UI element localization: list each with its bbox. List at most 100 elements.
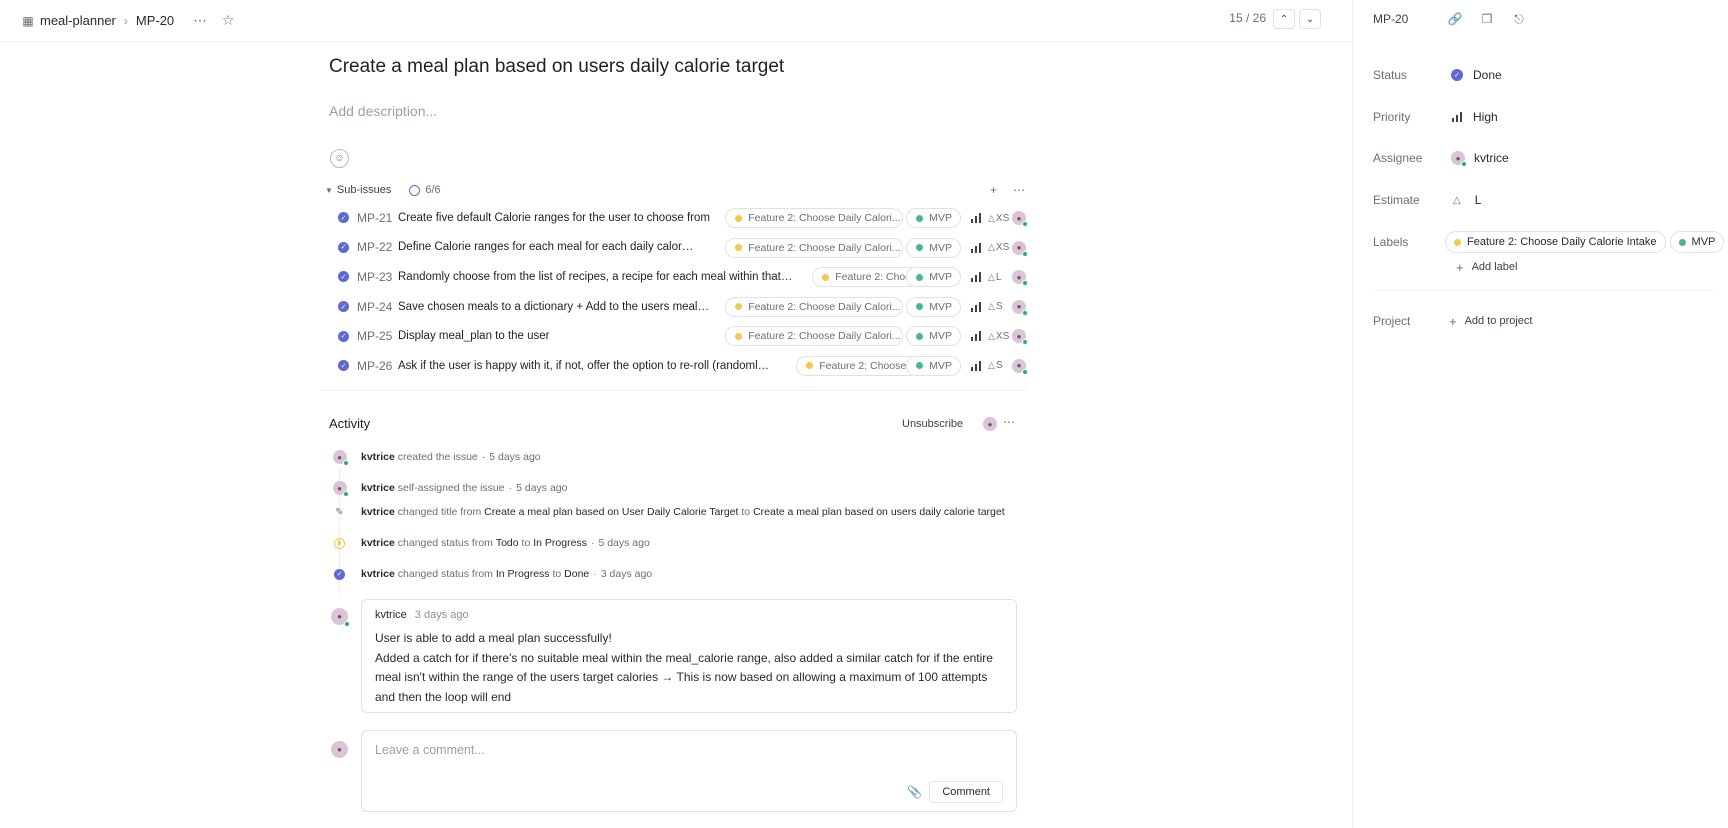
mvp-label-pill[interactable]: MVP xyxy=(906,326,961,347)
priority-select[interactable]: High xyxy=(1449,110,1498,124)
feature-label-pill[interactable]: Feature 2: Choose D xyxy=(796,355,913,376)
estimate-value: XS xyxy=(995,212,1010,224)
avatar[interactable]: ● xyxy=(1012,358,1028,375)
avatar[interactable]: ● xyxy=(1012,299,1028,316)
avatar[interactable]: ● xyxy=(1012,270,1028,287)
mvp-label-pill[interactable]: MVP xyxy=(906,267,961,288)
subissue-row[interactable]: ✓ MP-21 Create five default Calorie rang… xyxy=(320,203,1028,233)
done-status-icon[interactable]: ✓ xyxy=(338,330,349,342)
avatar[interactable]: ● xyxy=(332,450,349,466)
mvp-label-pill[interactable]: MVP xyxy=(906,237,961,258)
subissue-row[interactable]: ✓ MP-25 Display meal_plan to the user Fe… xyxy=(320,321,1028,351)
description-field[interactable]: Add description... xyxy=(329,103,437,119)
subissue-row[interactable]: ✓ MP-23 Randomly choose from the list of… xyxy=(320,262,1028,292)
event-time[interactable]: 3 days ago xyxy=(601,568,652,580)
event-user[interactable]: kvtrice xyxy=(361,537,395,549)
online-indicator xyxy=(1461,161,1467,167)
event-user[interactable]: kvtrice xyxy=(361,568,395,580)
breadcrumb-issue[interactable]: MP-20 xyxy=(136,13,174,28)
subissues-count: 6/6 xyxy=(425,184,441,196)
add-subissue-icon[interactable]: + xyxy=(990,183,997,197)
feature-label-pill[interactable]: Feature 2: Choose Daily Calori... xyxy=(725,237,904,258)
priority-high-icon[interactable] xyxy=(971,213,981,223)
comment-author-avatar[interactable]: ● xyxy=(331,608,350,627)
priority-high-icon[interactable] xyxy=(971,331,981,342)
estimate-value: XS xyxy=(995,330,1010,342)
estimate[interactable]: △ XS xyxy=(988,242,1012,253)
breadcrumb-project[interactable]: meal-planner xyxy=(40,13,116,28)
avatar[interactable]: ● xyxy=(1012,240,1028,257)
unsubscribe-button[interactable]: Unsubscribe xyxy=(902,418,963,430)
event-user[interactable]: kvtrice xyxy=(361,451,395,463)
estimate[interactable]: △ S xyxy=(988,301,1012,312)
add-to-project-button[interactable]: + Add to project xyxy=(1449,314,1532,329)
copy-id-icon[interactable]: ❐ xyxy=(1475,9,1499,29)
comment-line: Added a catch for if there's no suitable… xyxy=(375,650,993,704)
done-status-icon[interactable]: ✓ xyxy=(338,241,349,253)
event-user[interactable]: kvtrice xyxy=(361,482,395,494)
event-time[interactable]: 5 days ago xyxy=(489,451,540,463)
subissues-label[interactable]: Sub-issues xyxy=(337,184,391,196)
estimate[interactable]: △ XS xyxy=(988,213,1012,224)
comment-input[interactable]: Leave a comment... xyxy=(375,743,1003,757)
comment-button[interactable]: Comment xyxy=(929,781,1003,803)
priority-high-icon[interactable] xyxy=(971,272,981,283)
event-time[interactable]: 5 days ago xyxy=(598,537,649,549)
mvp-label-pill[interactable]: MVP xyxy=(906,355,961,376)
collapse-caret-icon[interactable]: ▼ xyxy=(325,186,333,195)
subissues-more-icon[interactable]: ⋯ xyxy=(1013,183,1025,197)
estimate[interactable]: △ XS xyxy=(988,331,1012,342)
estimate-value: XS xyxy=(995,242,1010,254)
done-status-icon[interactable]: ✓ xyxy=(338,271,349,283)
label-pill-feature[interactable]: Feature 2: Choose Daily Calorie Intake xyxy=(1445,231,1666,253)
feature-label-pill[interactable]: Feature 2: Choo xyxy=(812,267,913,288)
feature-label-pill[interactable]: Feature 2: Choose Daily Calori... xyxy=(725,208,904,228)
feature-label-pill[interactable]: Feature 2: Choose Daily Calori... xyxy=(725,296,904,317)
subissue-row[interactable]: ✓ MP-22 Define Calorie ranges for each m… xyxy=(320,233,1028,263)
done-status-icon: ✓ xyxy=(1451,69,1463,81)
estimate-select[interactable]: △ L xyxy=(1449,193,1481,207)
label-pill-mvp[interactable]: MVP xyxy=(1669,231,1725,253)
avatar[interactable]: ● xyxy=(332,481,349,497)
favorite-star-icon[interactable]: ☆ xyxy=(216,9,240,33)
assignee-select[interactable]: ● kvtrice xyxy=(1449,151,1509,167)
estimate-property: Estimate △ L xyxy=(1373,191,1481,209)
next-issue-button[interactable]: ⌄ xyxy=(1299,9,1321,29)
avatar[interactable]: ● xyxy=(1012,211,1028,227)
copy-link-icon[interactable]: 🔗 xyxy=(1443,9,1467,29)
labels-property: Labels Feature 2: Choose Daily Calorie I… xyxy=(1373,231,1728,253)
attachment-icon[interactable]: 📎 xyxy=(907,785,922,799)
event-time[interactable]: 5 days ago xyxy=(516,482,567,494)
copy-branch-icon[interactable]: ⎋ xyxy=(1507,9,1531,29)
priority-high-icon[interactable] xyxy=(971,360,981,371)
avatar[interactable]: ● xyxy=(1012,329,1028,346)
feature-label-pill[interactable]: Feature 2: Choose Daily Calori... xyxy=(725,326,904,347)
mvp-label-pill[interactable]: MVP xyxy=(906,208,961,228)
done-status-icon[interactable]: ✓ xyxy=(338,301,349,313)
add-label-button[interactable]: + Add label xyxy=(1456,258,1517,276)
comment-author[interactable]: kvtrice xyxy=(375,609,407,621)
done-status-icon[interactable]: ✓ xyxy=(338,212,349,224)
subissue-row[interactable]: ✓ MP-26 Ask if the user is happy with it… xyxy=(320,351,1028,381)
subscriber-avatar[interactable]: ● xyxy=(983,417,997,431)
label-dot xyxy=(1454,238,1461,246)
add-reaction-icon[interactable]: ☺ xyxy=(330,149,349,168)
more-options-icon[interactable]: ⋯ xyxy=(188,9,212,33)
done-status-icon[interactable]: ✓ xyxy=(338,360,349,372)
mvp-label-pill[interactable]: MVP xyxy=(906,296,961,317)
priority-high-icon[interactable] xyxy=(971,301,981,312)
comment-input-box[interactable]: Leave a comment... 📎 Comment xyxy=(361,730,1017,812)
priority-high-icon[interactable] xyxy=(971,242,981,253)
estimate[interactable]: △ S xyxy=(988,360,1012,371)
mvp-label-text: MVP xyxy=(929,241,952,254)
subissue-row[interactable]: ✓ MP-24 Save chosen meals to a dictionar… xyxy=(320,292,1028,322)
event-user[interactable]: kvtrice xyxy=(361,506,395,518)
subissue-title: Define Calorie ranges for each meal for … xyxy=(398,241,694,254)
activity-event: kvtrice changed status from Todo to In P… xyxy=(333,535,650,551)
activity-more-icon[interactable]: ⋯ xyxy=(1003,415,1015,429)
estimate[interactable]: △ L xyxy=(988,272,1012,283)
status-select[interactable]: ✓ Done xyxy=(1449,68,1502,82)
comment-time[interactable]: 3 days ago xyxy=(415,609,469,621)
issue-title[interactable]: Create a meal plan based on users daily … xyxy=(329,56,784,78)
previous-issue-button[interactable]: ⌃ xyxy=(1273,9,1295,29)
